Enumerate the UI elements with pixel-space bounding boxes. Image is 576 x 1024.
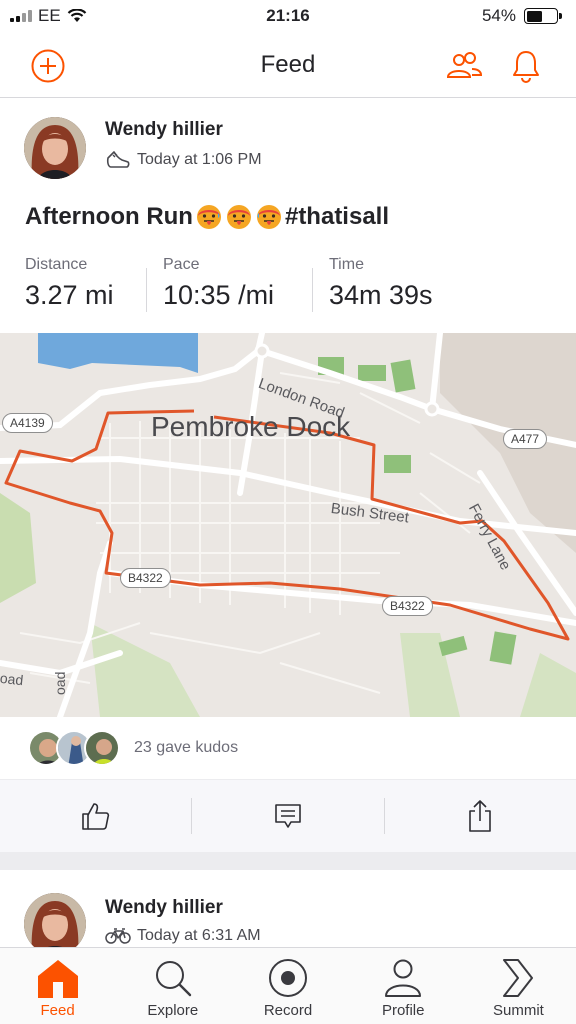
town-label: Pembroke Dock [151, 411, 351, 442]
battery-percent: 54% [481, 6, 516, 25]
activity-title-text: Afternoon Run [25, 203, 193, 230]
status-right: 54% [481, 6, 562, 26]
stat-divider [146, 268, 147, 312]
stat-value: 10:35 /mi [163, 280, 275, 310]
find-friends-button[interactable] [444, 46, 484, 86]
search-icon [155, 961, 191, 997]
road-shield: A477 [503, 429, 548, 449]
street-label: oad [0, 669, 25, 689]
bell-icon [513, 51, 539, 83]
athlete-name[interactable]: Wendy hillier [105, 897, 223, 919]
tab-record[interactable]: Record [230, 948, 345, 1024]
avatar-image [24, 117, 86, 179]
battery-icon [524, 8, 562, 24]
activity-timestamp: Today at 1:06 PM [137, 151, 262, 168]
share-icon [469, 800, 492, 832]
bike-icon [105, 928, 131, 944]
shoe-icon [106, 151, 130, 168]
stat-pace: Pace 10:35 /mi [163, 256, 274, 316]
tab-profile[interactable]: Profile [346, 948, 461, 1024]
thumbs-up-icon [81, 803, 109, 830]
kudos-button[interactable] [0, 780, 191, 852]
action-bar [0, 779, 576, 852]
tab-explore[interactable]: Explore [115, 948, 230, 1024]
stat-label: Distance [25, 256, 88, 273]
park-area [390, 359, 416, 393]
feed-separator [0, 852, 576, 870]
park-area [90, 623, 200, 717]
avatar[interactable] [24, 893, 86, 955]
activity-timestamp: Today at 6:31 AM [137, 927, 261, 944]
tab-feed[interactable]: Feed [0, 948, 115, 1024]
notifications-button[interactable] [506, 46, 546, 86]
tab-label: Feed [40, 1002, 75, 1019]
stat-distance: Distance 3.27 mi [25, 256, 114, 316]
share-button[interactable] [385, 780, 576, 852]
water-area [38, 333, 198, 373]
page-title: Feed [260, 50, 316, 78]
status-left: EE [10, 6, 87, 26]
status-bar: EE 21:16 54% [0, 0, 576, 32]
plus-circle-icon [31, 49, 65, 83]
park-area [384, 455, 411, 473]
route-map[interactable]: Pembroke Dock London Road Bush Street Fe… [0, 333, 576, 717]
signal-icon [10, 10, 32, 22]
wifi-icon [67, 9, 86, 22]
kudos-count[interactable]: 23 gave kudos [134, 739, 238, 757]
comment-button[interactable] [192, 780, 383, 852]
activity-stats: Distance 3.27 mi Pace 10:35 /mi Time 34m… [0, 256, 576, 326]
comment-icon [275, 804, 301, 828]
stat-time: Time 34m 39s [329, 256, 433, 316]
home-icon [37, 960, 78, 998]
kudo-avatar [84, 730, 120, 766]
record-icon [269, 959, 307, 997]
battery-fill [526, 10, 543, 22]
road-shield: B4322 [120, 568, 171, 588]
tab-bar: Feed Explore Record Profile Summit [0, 947, 576, 1024]
stat-label: Time [329, 256, 364, 273]
hot-face-emoji [196, 205, 221, 229]
street-label: oad [52, 671, 68, 695]
hot-face-emoji [226, 205, 251, 229]
kudos-row[interactable]: 23 gave kudos [0, 717, 576, 779]
hot-face-emoji [256, 205, 281, 229]
avatar-image [24, 893, 86, 955]
avatar[interactable] [24, 117, 86, 179]
activity-hashtag[interactable]: #thatisall [285, 203, 389, 231]
park-area [438, 635, 468, 657]
add-button[interactable] [28, 46, 68, 86]
road-shield: B4322 [382, 596, 433, 616]
tab-summit[interactable]: Summit [461, 948, 576, 1024]
activity-title[interactable]: Afternoon Run #thatisall [25, 203, 389, 231]
kudos-avatars [28, 730, 120, 766]
park-area [489, 631, 517, 665]
stat-label: Pace [163, 256, 200, 273]
activity-meta: Today at 6:31 AM [105, 927, 261, 945]
activity-card[interactable] [0, 870, 576, 947]
road-shield: A4139 [2, 413, 53, 433]
tab-label: Record [263, 1002, 313, 1019]
summit-icon [503, 959, 534, 997]
tab-label: Summit [492, 1002, 544, 1019]
stat-value: 3.27 mi [25, 280, 114, 310]
stat-value: 34m 39s [329, 280, 433, 310]
profile-icon [385, 959, 422, 997]
carrier-label: EE [38, 6, 61, 25]
park-area [358, 365, 386, 381]
people-icon [446, 52, 483, 78]
park-area [0, 493, 36, 603]
header-bar: Feed [0, 32, 576, 98]
park-area [520, 653, 576, 717]
tab-label: Explore [147, 1002, 199, 1019]
activity-meta: Today at 1:06 PM [105, 149, 262, 171]
tab-label: Profile [381, 1002, 425, 1019]
athlete-name[interactable]: Wendy hillier [105, 119, 223, 141]
stat-divider [312, 268, 313, 312]
